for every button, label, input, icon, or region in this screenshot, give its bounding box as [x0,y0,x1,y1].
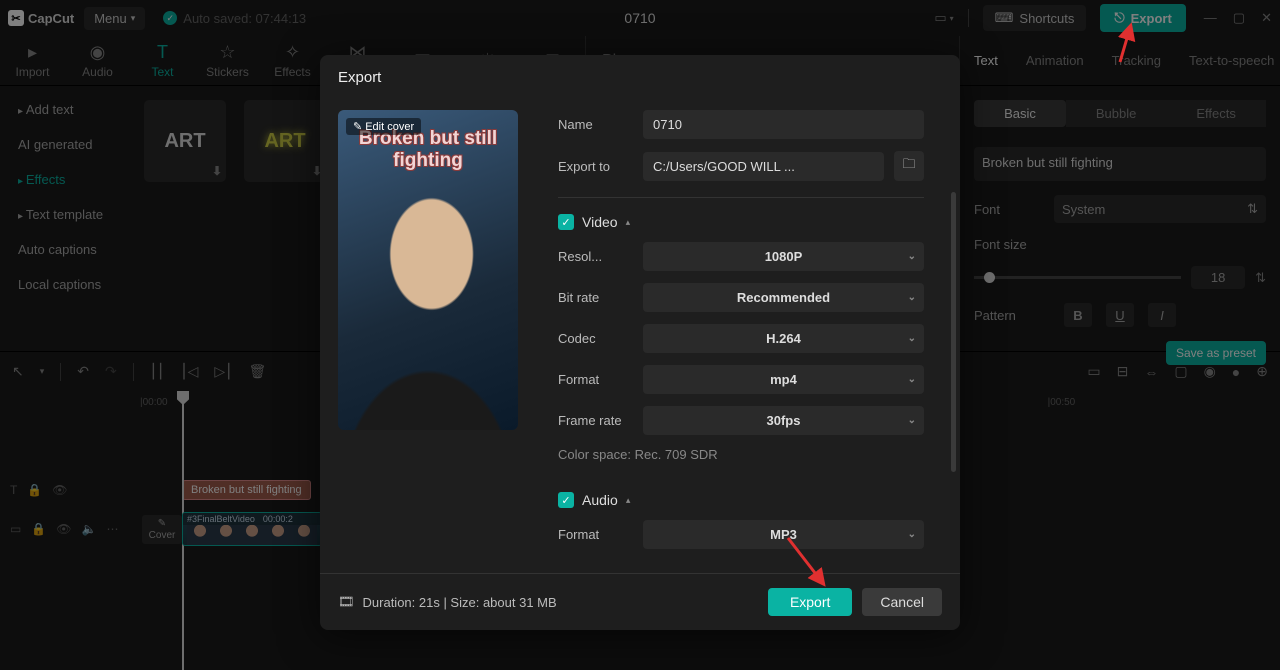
collapse-caret-icon: ▴ [626,217,631,228]
resolution-select[interactable]: 1080P⌄ [643,242,924,271]
chevron-down-icon: ⌄ [908,251,916,262]
chevron-down-icon: ⌄ [908,333,916,344]
resolution-label: Resol... [558,249,633,264]
chevron-down-icon: ⌄ [908,374,916,385]
audio-format-select[interactable]: MP3⌄ [643,520,924,549]
modal-cancel-button[interactable]: Cancel [862,588,942,616]
framerate-select[interactable]: 30fps⌄ [643,406,924,435]
name-input[interactable]: 0710 [643,110,924,139]
checkbox-icon[interactable]: ✓ [558,214,574,230]
export-modal: Export ✎Edit cover Broken but still figh… [320,55,960,630]
exportto-path[interactable]: C:/Users/GOOD WILL ... [643,152,884,181]
format-label: Format [558,372,633,387]
modal-scrollbar[interactable] [951,192,956,472]
folder-icon: 🗀 [902,155,915,177]
audio-section-header[interactable]: ✓ Audio ▴ [558,492,924,508]
framerate-label: Frame rate [558,413,633,428]
exportto-label: Export to [558,159,633,174]
bitrate-label: Bit rate [558,290,633,305]
checkbox-icon[interactable]: ✓ [558,492,574,508]
browse-folder-button[interactable]: 🗀 [894,151,924,181]
colorspace-info: Color space: Rec. 709 SDR [558,447,924,462]
chevron-down-icon: ⌄ [908,529,916,540]
bitrate-select[interactable]: Recommended⌄ [643,283,924,312]
edit-cover-button[interactable]: ✎Edit cover [346,118,421,135]
video-section-header[interactable]: ✓ Video ▴ [558,214,924,230]
modal-export-button[interactable]: Export [768,588,852,616]
audio-format-label: Format [558,527,633,542]
name-label: Name [558,117,633,132]
cover-preview: ✎Edit cover Broken but still fighting [338,110,518,430]
chevron-down-icon: ⌄ [908,415,916,426]
export-info: 🎞 Duration: 21s | Size: about 31 MB [338,594,557,610]
codec-select[interactable]: H.264⌄ [643,324,924,353]
pencil-icon: ✎ [353,120,362,133]
modal-title: Export [320,55,960,96]
collapse-caret-icon: ▴ [626,495,631,506]
format-select[interactable]: mp4⌄ [643,365,924,394]
film-icon: 🎞 [338,594,355,610]
chevron-down-icon: ⌄ [908,292,916,303]
codec-label: Codec [558,331,633,346]
